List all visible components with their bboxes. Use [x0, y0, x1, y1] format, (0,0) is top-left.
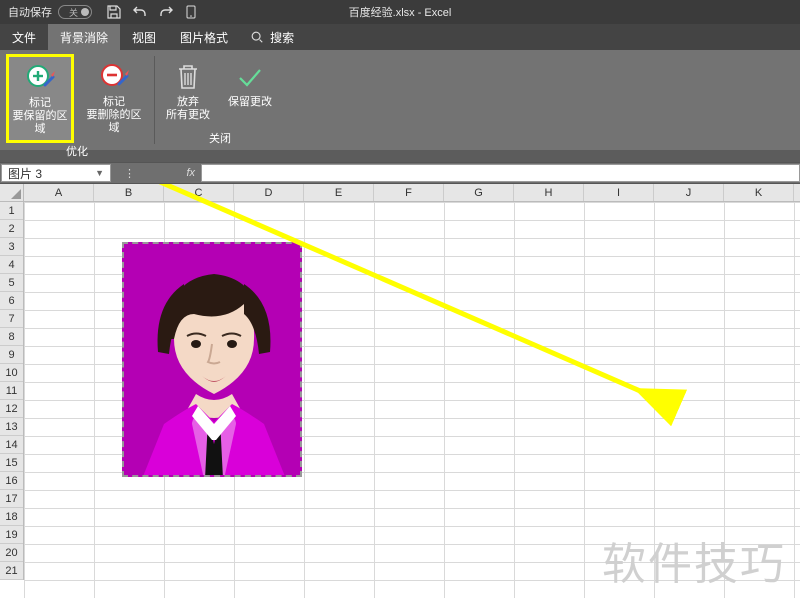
row-header-21[interactable]: 21: [0, 562, 23, 580]
discard-changes-button[interactable]: 放弃所有更改: [161, 54, 215, 130]
col-header-C[interactable]: C: [164, 184, 234, 201]
col-header-J[interactable]: J: [654, 184, 724, 201]
discard-icon: [175, 60, 201, 94]
tab-search[interactable]: 搜索: [240, 24, 304, 50]
formula-bar-row: 图片 3 ▼ ⋮ fx: [0, 162, 800, 184]
col-header-I[interactable]: I: [584, 184, 654, 201]
keep-changes-button[interactable]: 保留更改: [221, 54, 279, 130]
keep-label1: 保留更改: [228, 96, 272, 108]
mark-remove-label1: 标记: [103, 96, 125, 108]
spreadsheet-area: ABCDEFGHIJK 1234567891011121314151617181…: [0, 184, 800, 598]
column-headers[interactable]: ABCDEFGHIJK: [24, 184, 800, 202]
discard-label2: 所有更改: [166, 109, 210, 121]
mark-remove-button[interactable]: 标记要删除的区域: [80, 54, 148, 143]
ribbon: 标记要保留的区域 标记要删除的区域 优化 放弃所有更改: [0, 50, 800, 150]
mark-keep-icon: [25, 61, 55, 95]
col-header-F[interactable]: F: [374, 184, 444, 201]
undo-icon[interactable]: [132, 4, 148, 20]
col-header-E[interactable]: E: [304, 184, 374, 201]
ribbon-collapse-bar[interactable]: [0, 150, 800, 162]
col-header-B[interactable]: B: [94, 184, 164, 201]
row-header-15[interactable]: 15: [0, 454, 23, 472]
discard-label1: 放弃: [177, 96, 199, 108]
autosave-toggle[interactable]: 关: [58, 5, 92, 19]
mark-remove-icon: [99, 60, 129, 94]
group-optimize: 标记要保留的区域 标记要删除的区域 优化: [0, 50, 154, 150]
row-header-13[interactable]: 13: [0, 418, 23, 436]
row-header-14[interactable]: 14: [0, 436, 23, 454]
mark-remove-label2: 要删除的区域: [87, 109, 142, 134]
ribbon-tabs: 文件 背景消除 视图 图片格式 搜索: [0, 24, 800, 50]
autosave-label: 自动保存: [8, 4, 52, 20]
tab-background-remove[interactable]: 背景消除: [48, 24, 120, 50]
mark-keep-label1: 标记: [29, 97, 51, 109]
save-icon[interactable]: [106, 4, 122, 20]
search-label: 搜索: [270, 29, 294, 46]
row-header-1[interactable]: 1: [0, 202, 23, 220]
row-header-7[interactable]: 7: [0, 310, 23, 328]
touch-mode-icon[interactable]: [184, 4, 200, 20]
embedded-photo[interactable]: [122, 242, 302, 477]
row-header-3[interactable]: 3: [0, 238, 23, 256]
mark-keep-label2: 要保留的区域: [13, 110, 68, 135]
col-header-D[interactable]: D: [234, 184, 304, 201]
redo-icon[interactable]: [158, 4, 174, 20]
formula-bar[interactable]: [201, 164, 800, 182]
row-header-9[interactable]: 9: [0, 346, 23, 364]
formula-dots-icon[interactable]: ⋮: [124, 167, 135, 180]
col-header-H[interactable]: H: [514, 184, 584, 201]
row-header-12[interactable]: 12: [0, 400, 23, 418]
row-header-6[interactable]: 6: [0, 292, 23, 310]
row-header-18[interactable]: 18: [0, 508, 23, 526]
row-header-19[interactable]: 19: [0, 526, 23, 544]
row-header-2[interactable]: 2: [0, 220, 23, 238]
grid[interactable]: [24, 202, 800, 598]
row-header-11[interactable]: 11: [0, 382, 23, 400]
group-close: 放弃所有更改 保留更改 关闭: [155, 50, 285, 150]
mark-keep-button[interactable]: 标记要保留的区域: [6, 54, 74, 143]
tab-picture-format[interactable]: 图片格式: [168, 24, 240, 50]
title-bar: 自动保存 关 百度经验.xlsx - Excel: [0, 0, 800, 24]
row-header-10[interactable]: 10: [0, 364, 23, 382]
fx-label[interactable]: fx: [186, 167, 195, 179]
name-box-value: 图片 3: [8, 165, 42, 182]
portrait-svg: [124, 244, 302, 477]
keep-icon: [236, 60, 264, 94]
row-header-20[interactable]: 20: [0, 544, 23, 562]
row-header-5[interactable]: 5: [0, 274, 23, 292]
name-box-dropdown-icon[interactable]: ▼: [95, 168, 104, 178]
row-header-4[interactable]: 4: [0, 256, 23, 274]
row-header-16[interactable]: 16: [0, 472, 23, 490]
col-header-K[interactable]: K: [724, 184, 794, 201]
search-icon: [250, 30, 264, 44]
tab-view[interactable]: 视图: [120, 24, 168, 50]
col-header-G[interactable]: G: [444, 184, 514, 201]
row-header-8[interactable]: 8: [0, 328, 23, 346]
name-box[interactable]: 图片 3 ▼: [1, 164, 111, 182]
group-close-label: 关闭: [209, 130, 231, 148]
row-header-17[interactable]: 17: [0, 490, 23, 508]
quick-access-toolbar: [106, 4, 200, 20]
tab-file[interactable]: 文件: [0, 24, 48, 50]
group-optimize-label: 优化: [66, 143, 88, 161]
select-all-cell[interactable]: [0, 184, 24, 202]
row-headers[interactable]: 123456789101112131415161718192021: [0, 202, 24, 580]
col-header-A[interactable]: A: [24, 184, 94, 201]
